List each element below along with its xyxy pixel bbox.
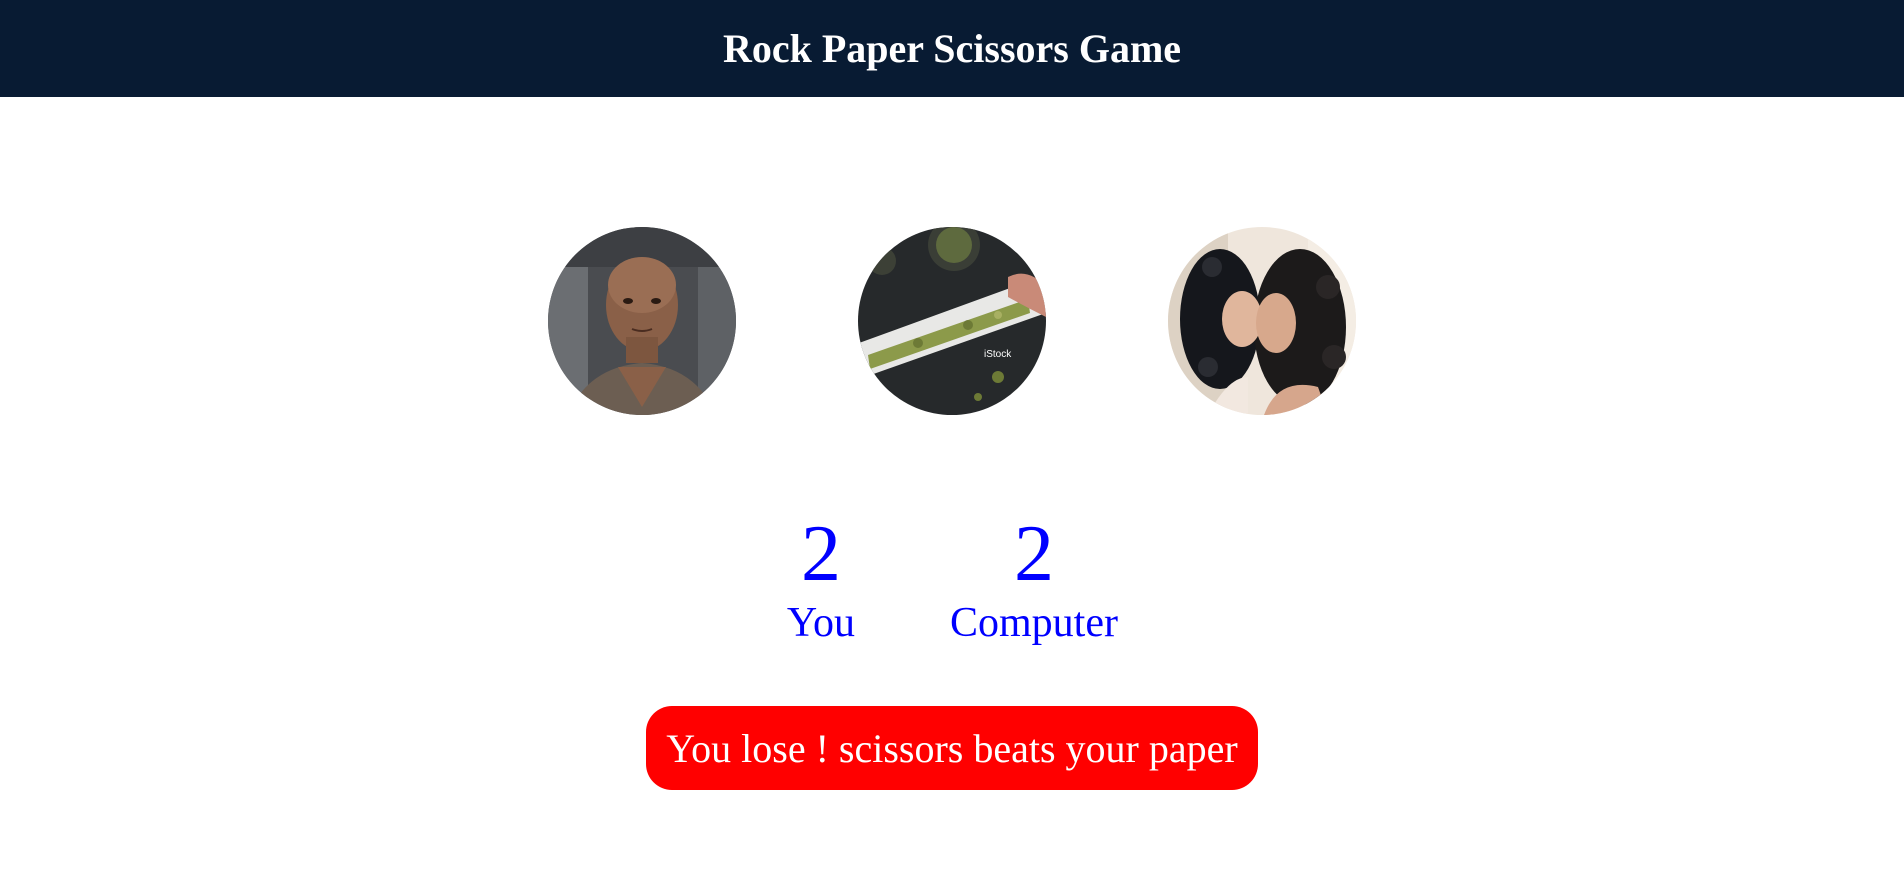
istock-watermark: iStock: [984, 349, 1012, 360]
user-score-label: You: [786, 600, 856, 646]
page-header: Rock Paper Scissors Game: [0, 0, 1904, 97]
page-title: Rock Paper Scissors Game: [722, 26, 1182, 71]
paper-photo-icon: iStock: [858, 227, 1046, 415]
paper-choice-button[interactable]: iStock: [858, 227, 1046, 415]
choices-row: iStock: [0, 227, 1904, 417]
scissors-choice-button[interactable]: [1168, 227, 1356, 415]
computer-score-value: 2: [1014, 510, 1054, 598]
rock-choice-button[interactable]: [548, 227, 736, 415]
computer-score-card: 2 Computer: [934, 508, 1134, 646]
result-message: You lose ! scissors beats your paper: [646, 706, 1258, 790]
scissors-photo-icon: [1168, 227, 1356, 415]
computer-score-label: Computer: [950, 600, 1118, 646]
user-score-card: 2 You: [721, 508, 921, 646]
user-score-value: 2: [801, 510, 841, 598]
rock-photo-icon: [548, 227, 736, 415]
